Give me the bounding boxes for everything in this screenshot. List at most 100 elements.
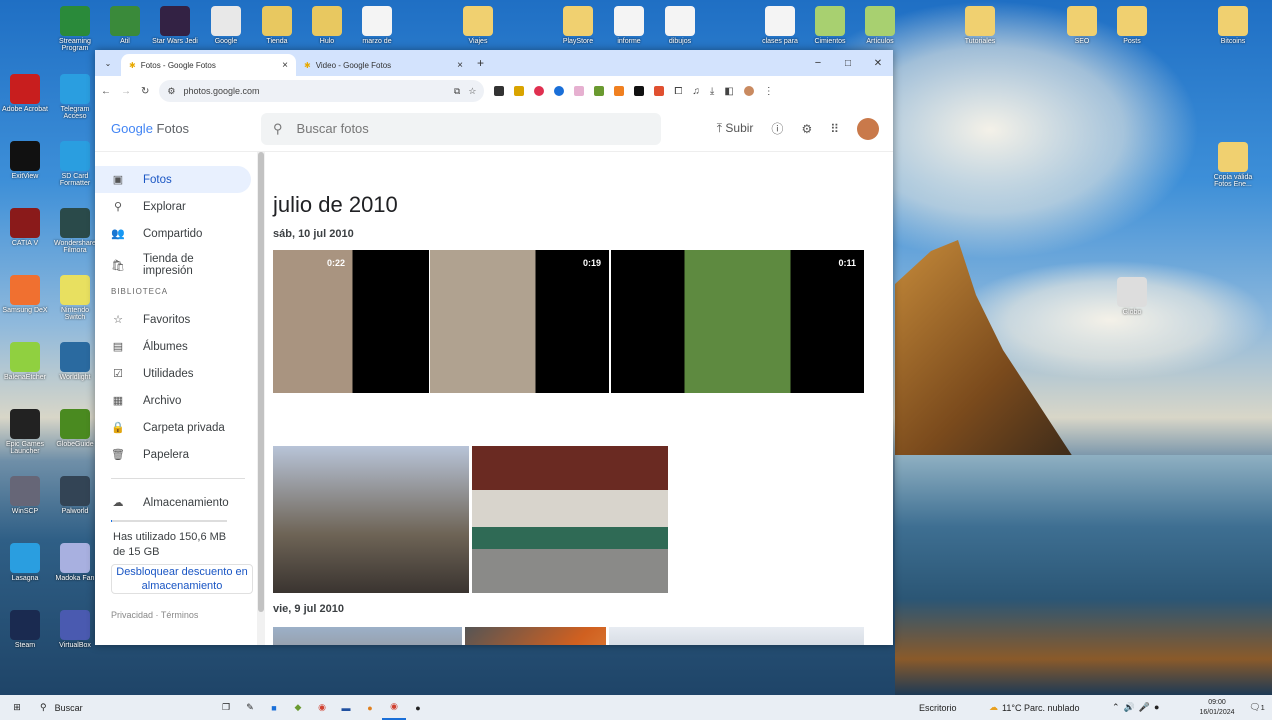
profile-avatar[interactable] — [743, 86, 754, 96]
library-item-5[interactable]: 🗑 Papelera — [95, 441, 257, 468]
video-thumbnail[interactable]: 0:11 — [611, 250, 864, 393]
desktop-icon[interactable]: Steam — [0, 610, 50, 649]
library-item-2[interactable]: ☑ Utilidades — [95, 360, 257, 387]
task-view-icon[interactable]: ❐ — [214, 695, 238, 720]
sidebar-item-0[interactable]: ▣ Fotos — [95, 166, 251, 193]
desktop-icon[interactable]: WinSCP — [0, 476, 50, 515]
new-tab-button[interactable]: + — [477, 56, 484, 70]
close-window-button[interactable]: ✕ — [863, 58, 893, 69]
minimize-button[interactable]: − — [803, 57, 833, 69]
extension-icon[interactable] — [634, 86, 645, 96]
sidebar-item-1[interactable]: ⚲ Explorar — [95, 193, 257, 220]
search-input[interactable]: ⚲ Buscar fotos — [261, 112, 661, 145]
photo-thumbnail[interactable] — [472, 446, 668, 593]
desktop-icon[interactable]: Samsung DeX — [0, 275, 50, 314]
video-thumbnail[interactable]: 0:22 — [273, 250, 429, 393]
desktop-icon[interactable]: Globo — [1107, 277, 1157, 316]
extension-icon[interactable] — [494, 86, 505, 96]
taskbar-app-icon[interactable]: ▬ — [334, 695, 358, 720]
media-icon[interactable]: ♫ — [692, 86, 700, 97]
upload-button[interactable]: ⤒ Subir — [717, 121, 754, 136]
weather-text[interactable]: 11°C Parc. nublado — [1002, 703, 1112, 713]
sidebar-item-2[interactable]: 👥 Compartido — [95, 220, 257, 247]
side-panel-icon[interactable]: ◧ — [724, 86, 733, 97]
terms-link[interactable]: Términos — [161, 610, 199, 620]
photo-thumbnail[interactable] — [273, 446, 469, 593]
taskbar-app-icon[interactable]: ◆ — [286, 695, 310, 720]
desktop-icon[interactable]: Copia válida Fotos Ene... — [1208, 142, 1258, 188]
desktop-icon[interactable]: Google — [201, 6, 251, 45]
desktop-icon[interactable]: Bitcoins — [1208, 6, 1258, 45]
tab-search-icon[interactable]: ⌄ — [95, 59, 121, 68]
tab-video[interactable]: ✱ Video - Google Fotos × — [296, 54, 471, 76]
desktop-icon[interactable]: Madoka Fan — [50, 543, 100, 582]
desktop-icon[interactable]: Telegram Acceso — [50, 74, 100, 120]
desktop-icon[interactable]: dibujos — [655, 6, 705, 45]
back-icon[interactable]: ← — [101, 86, 111, 97]
desktop-icon[interactable]: Star Wars Jedi — [150, 6, 200, 45]
desktop-icon[interactable]: Viajes — [453, 6, 503, 45]
desktop-icon[interactable]: VirtualBox — [50, 610, 100, 649]
library-item-4[interactable]: 🔒 Carpeta privada — [95, 414, 257, 441]
photo-thumbnail[interactable] — [465, 627, 606, 645]
clock[interactable]: 09:00 16/01/2024 — [1192, 698, 1242, 718]
help-icon[interactable]: ⓘ — [771, 120, 783, 137]
desktop-icon[interactable]: Palworld — [50, 476, 100, 515]
desktop-icon[interactable]: Tienda — [252, 6, 302, 45]
extension-icon[interactable] — [594, 86, 605, 96]
chrome-icon[interactable]: ◉ — [382, 695, 406, 720]
desktop-icon[interactable]: Artículos — [855, 6, 905, 45]
maximize-button[interactable]: □ — [833, 58, 863, 69]
desktop-icon[interactable]: SEO — [1057, 6, 1107, 45]
reload-icon[interactable]: ↻ — [141, 86, 149, 97]
bookmark-star-icon[interactable]: ☆ — [468, 86, 476, 97]
desktop-icon[interactable]: Wondershare Filmora — [50, 208, 100, 254]
forward-icon[interactable]: → — [121, 86, 131, 97]
firefox-icon[interactable]: ● — [358, 695, 382, 720]
desktop-icon[interactable]: Worldlight — [50, 342, 100, 381]
desktop-icon[interactable]: SD Card Formatter — [50, 141, 100, 187]
download-icon[interactable]: ⤓ — [710, 86, 714, 97]
extension-icon[interactable] — [654, 86, 665, 96]
desktop-icon[interactable]: clases para — [755, 6, 805, 45]
account-avatar[interactable] — [857, 117, 879, 140]
desktop-toolbar[interactable]: Escritorio — [919, 703, 989, 713]
extension-icon[interactable] — [534, 86, 545, 96]
desktop-icon[interactable]: Cimientos — [805, 6, 855, 45]
desktop-icon[interactable]: Hulo — [302, 6, 352, 45]
desktop-icon[interactable]: marzo de — [352, 6, 402, 45]
desktop-icon[interactable]: ExitView — [0, 141, 50, 180]
chrome-icon[interactable]: ◉ — [310, 695, 334, 720]
sidebar-item-3[interactable]: 🛍 Tienda de impresión — [95, 247, 257, 283]
close-tab-icon[interactable]: × — [282, 60, 288, 71]
sidebar-item-storage[interactable]: ☁ Almacenamiento — [95, 489, 257, 516]
tab-fotos[interactable]: ✱ Fotos - Google Fotos × — [121, 54, 296, 76]
install-icon[interactable]: ⧉ — [454, 86, 460, 97]
notifications-icon[interactable]: 🗨 1 — [1242, 695, 1272, 720]
store-icon[interactable]: ■ — [262, 695, 286, 720]
desktop-icon[interactable]: Epic Games Launcher — [0, 409, 50, 455]
taskbar-app-icon[interactable]: ● — [406, 695, 430, 720]
library-item-1[interactable]: ▤ Álbumes — [95, 333, 257, 360]
menu-icon[interactable]: ⋮ — [764, 86, 774, 97]
extension-icon[interactable] — [554, 86, 565, 96]
close-tab-icon[interactable]: × — [457, 60, 463, 71]
desktop-icon[interactable]: PlayStore — [553, 6, 603, 45]
desktop-icon[interactable]: Posts — [1107, 6, 1157, 45]
site-info-icon[interactable]: ⚙ — [167, 86, 175, 97]
desktop-icon[interactable]: informe — [604, 6, 654, 45]
desktop-icon[interactable]: Atil — [100, 6, 150, 45]
taskbar-search[interactable]: ⚲ Buscar — [34, 702, 214, 713]
desktop-icon[interactable]: Adobe Acrobat — [0, 74, 50, 113]
privacy-link[interactable]: Privacidad — [111, 610, 153, 620]
tray-icons[interactable]: ⌃🔊🎤● — [1112, 702, 1192, 713]
library-item-0[interactable]: ☆ Favoritos — [95, 306, 257, 333]
google-photos-logo[interactable]: Google Fotos — [111, 121, 261, 136]
unlock-discount-button[interactable]: Desbloquear descuento en almacenamiento — [111, 564, 253, 594]
extension-icon[interactable] — [614, 86, 625, 96]
desktop-icon[interactable]: Streaming Program — [50, 6, 100, 52]
desktop-icon[interactable]: GlobeGuide — [50, 409, 100, 448]
desktop-icon[interactable]: Nintendo Switch — [50, 275, 100, 321]
desktop-icon[interactable]: Lasagna — [0, 543, 50, 582]
desktop-icon[interactable]: BalenaEtcher — [0, 342, 50, 381]
